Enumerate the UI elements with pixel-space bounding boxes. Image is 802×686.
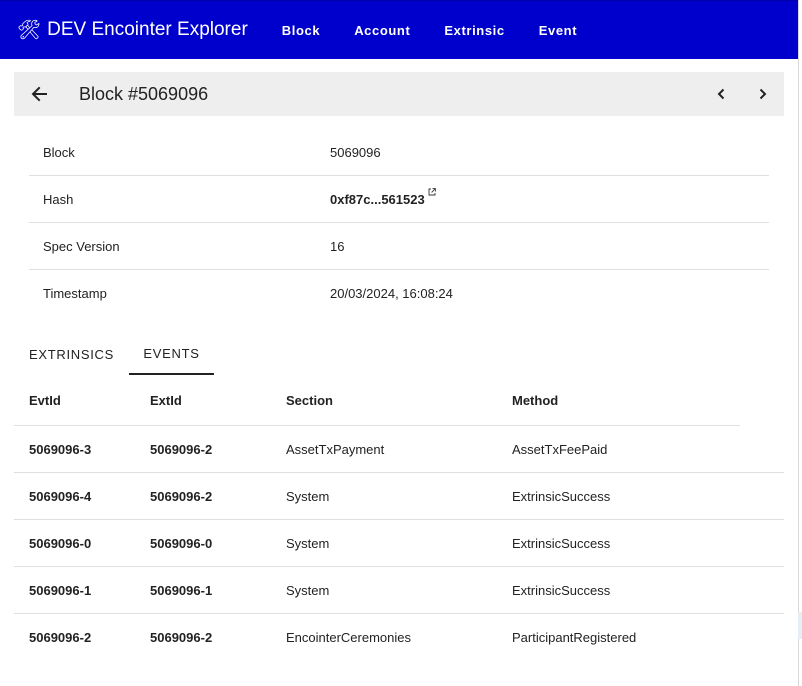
method-cell: ParticipantRegistered bbox=[512, 630, 637, 645]
detail-row-block: Block 5069096 bbox=[29, 129, 769, 176]
method-cell: ExtrinsicSuccess bbox=[512, 582, 611, 598]
table-header: EvtId ExtId Section Method bbox=[14, 376, 740, 426]
section-cell: System bbox=[286, 488, 330, 504]
hash-link[interactable]: 0xf87c...561523 bbox=[330, 187, 436, 207]
extid-cell: 5069096-0 bbox=[150, 535, 213, 551]
arrow-left-icon bbox=[31, 86, 47, 102]
chevron-right-icon bbox=[759, 88, 767, 100]
evtid-cell: 5069096-2 bbox=[29, 630, 92, 645]
nav-item-block[interactable]: Block bbox=[265, 23, 337, 38]
table-row[interactable]: 5069096-0 5069096-0 System ExtrinsicSucc… bbox=[14, 520, 784, 567]
back-button[interactable] bbox=[14, 72, 64, 116]
table-row[interactable]: 5069096-2 5069096-2 EncointerCeremonies … bbox=[14, 614, 784, 661]
block-details: Block 5069096 Hash 0xf87c...561523 Spec … bbox=[29, 129, 769, 317]
table-row[interactable]: 5069096-3 5069096-2 AssetTxPayment Asset… bbox=[14, 426, 784, 473]
detail-label: Block bbox=[43, 144, 75, 160]
column-header-method[interactable]: Method bbox=[512, 393, 740, 408]
method-cell: AssetTxFeePaid bbox=[512, 441, 608, 457]
detail-row-timestamp: Timestamp 20/03/2024, 16:08:24 bbox=[29, 270, 769, 317]
section-cell: AssetTxPayment bbox=[286, 441, 385, 457]
evtid-cell: 5069096-1 bbox=[29, 582, 92, 598]
method-cell: ExtrinsicSuccess bbox=[512, 535, 611, 551]
block-number-value: 5069096 bbox=[330, 144, 381, 160]
spec-version-value: 16 bbox=[330, 238, 345, 254]
block-header: Block #5069096 bbox=[14, 72, 784, 116]
detail-row-hash: Hash 0xf87c...561523 bbox=[29, 176, 769, 223]
section-cell: System bbox=[286, 535, 330, 551]
evtid-cell: 5069096-4 bbox=[29, 488, 92, 504]
column-header-section[interactable]: Section bbox=[286, 393, 512, 408]
page-title: Block #5069096 bbox=[79, 83, 209, 104]
timestamp-value: 20/03/2024, 16:08:24 bbox=[330, 286, 453, 301]
table-row[interactable]: 5069096-4 5069096-2 System ExtrinsicSucc… bbox=[14, 473, 784, 520]
tab-extrinsics[interactable]: EXTRINSICS bbox=[14, 333, 129, 375]
extid-cell: 5069096-2 bbox=[150, 630, 213, 645]
tab-events[interactable]: EVENTS bbox=[129, 333, 214, 375]
block-pagination bbox=[700, 72, 784, 116]
evtid-cell: 5069096-3 bbox=[29, 441, 92, 457]
detail-label: Hash bbox=[43, 191, 74, 207]
detail-row-spec-version: Spec Version 16 bbox=[29, 223, 769, 270]
brand[interactable]: 🛠 DEV Encointer Explorer bbox=[17, 19, 248, 41]
column-header-extid[interactable]: ExtId bbox=[150, 393, 286, 408]
app-bar: 🛠 DEV Encointer Explorer Block Account E… bbox=[0, 0, 798, 59]
nav-item-extrinsic[interactable]: Extrinsic bbox=[427, 23, 521, 38]
evtid-cell: 5069096-0 bbox=[29, 535, 92, 551]
scrollbar-marker bbox=[798, 612, 802, 639]
app-title: DEV Encointer Explorer bbox=[47, 19, 248, 40]
table-row[interactable]: 5069096-1 5069096-1 System ExtrinsicSucc… bbox=[14, 567, 784, 614]
previous-block-button[interactable] bbox=[700, 72, 742, 116]
section-cell: System bbox=[286, 582, 330, 598]
extid-cell: 5069096-2 bbox=[150, 441, 213, 457]
extid-cell: 5069096-2 bbox=[150, 488, 213, 504]
column-header-evtid[interactable]: EvtId bbox=[14, 393, 150, 408]
nav-item-event[interactable]: Event bbox=[522, 23, 594, 38]
section-cell: EncointerCeremonies bbox=[286, 630, 412, 645]
main-nav: Block Account Extrinsic Event bbox=[265, 23, 594, 38]
nav-item-account[interactable]: Account bbox=[337, 23, 427, 38]
external-link-icon[interactable] bbox=[428, 187, 436, 196]
hash-value: 0xf87c...561523 bbox=[330, 191, 425, 207]
scrollbar-track[interactable] bbox=[798, 0, 802, 686]
hammer-and-wrench-icon: 🛠 bbox=[17, 19, 42, 41]
next-block-button[interactable] bbox=[742, 72, 784, 116]
events-table: EvtId ExtId Section Method 5069096-3 506… bbox=[14, 376, 784, 661]
detail-label: Timestamp bbox=[43, 286, 107, 301]
method-cell: ExtrinsicSuccess bbox=[512, 488, 611, 504]
extid-cell: 5069096-1 bbox=[150, 582, 213, 598]
chevron-left-icon bbox=[717, 88, 725, 100]
detail-label: Spec Version bbox=[43, 238, 120, 254]
block-tabs: EXTRINSICS EVENTS bbox=[14, 333, 214, 375]
